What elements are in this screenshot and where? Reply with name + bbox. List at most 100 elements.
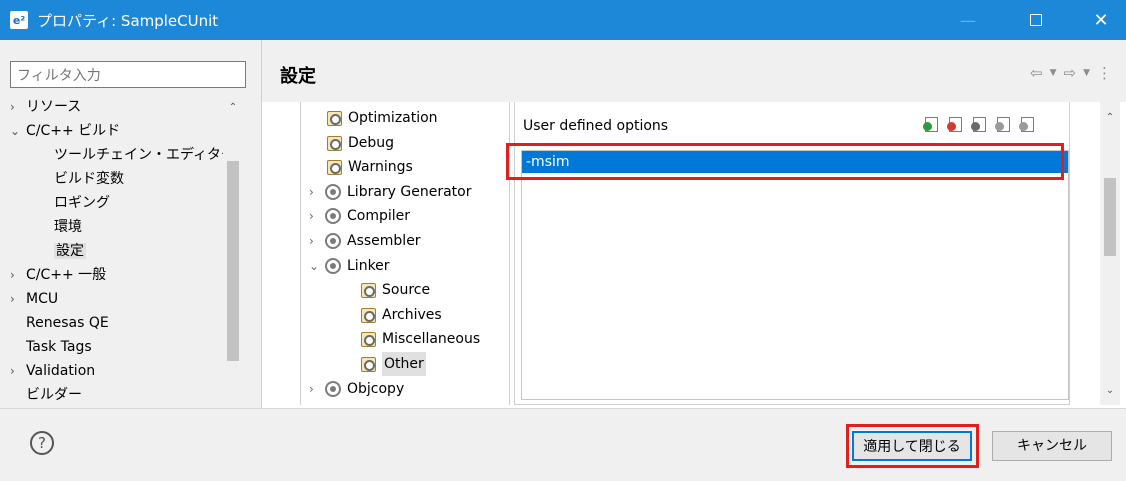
chevron-icon[interactable]: ›: [10, 359, 26, 383]
settings-page-icon: [325, 159, 343, 176]
button-bar: ? 適用して閉じる キャンセル: [0, 408, 1126, 481]
tool-settings-tree: Optimization Debug Warnings › Library Genera…: [300, 102, 510, 405]
chevron-icon[interactable]: ⌄: [10, 119, 26, 143]
cancel-button[interactable]: キャンセル: [992, 431, 1112, 461]
tree-item[interactable]: › C/C++ 一般: [10, 263, 106, 287]
tool-gear-icon: [325, 380, 341, 397]
tree-item[interactable]: › MCU: [10, 287, 58, 311]
tool-gear-icon: [325, 183, 341, 200]
tree-item-label: ビルダー: [26, 387, 82, 403]
chevron-icon[interactable]: ›: [10, 287, 26, 311]
scroll-up-icon[interactable]: ⌃: [1104, 112, 1116, 123]
filter-input[interactable]: [10, 61, 246, 88]
tool-tree-item[interactable]: Warnings: [309, 155, 413, 179]
scroll-down-icon[interactable]: ⌄: [1104, 385, 1116, 396]
tool-gear-icon: [325, 257, 341, 274]
tree-item[interactable]: ⌄ C/C++ ビルド: [10, 119, 120, 143]
tool-tree-item[interactable]: Miscellaneous: [343, 327, 480, 351]
chevron-icon[interactable]: ⌄: [309, 254, 325, 278]
chevron-icon[interactable]: ›: [309, 377, 325, 401]
category-tree: › リソース ⌄ C/C++ ビルドツールチェイン・エディター ビルド変数ロギング環境設…: [10, 95, 246, 447]
chevron-icon[interactable]: ›: [10, 263, 26, 287]
settings-page-icon: [359, 307, 377, 323]
minimize-button[interactable]: —: [945, 0, 991, 40]
tree-item-label: ビルド変数: [54, 171, 124, 187]
page-header: 設定 ⇦ ▼ ⇨ ▼ ⋮: [261, 40, 1126, 102]
tool-tree-label: Other: [382, 352, 426, 376]
tool-tree-item[interactable]: › Assembler: [309, 229, 421, 253]
title-bar: e² プロパティ: SampleCUnit — ✕: [0, 0, 1126, 40]
badge-glyph: [971, 122, 980, 131]
options-scrollbar[interactable]: ⌃ ⌄: [1100, 102, 1120, 405]
tool-gear-icon: [325, 208, 341, 225]
add-icon[interactable]: [923, 116, 941, 134]
tree-item[interactable]: › Validation: [10, 359, 95, 383]
settings-content: Optimization Debug Warnings › Library Genera…: [261, 102, 1126, 408]
tool-tree-label: Warnings: [348, 159, 413, 176]
tree-item[interactable]: 環境: [54, 215, 82, 239]
tool-tree-label: Debug: [348, 134, 395, 151]
tool-tree-label: Library Generator: [347, 183, 472, 200]
maximize-icon: [1030, 14, 1042, 26]
edit-icon[interactable]: [971, 116, 989, 134]
page-title: 設定: [280, 66, 316, 87]
close-button[interactable]: ✕: [1078, 0, 1124, 40]
tool-tree-label: Miscellaneous: [382, 331, 481, 348]
scroll-up-icon[interactable]: ⌃: [227, 102, 239, 114]
badge-glyph: [923, 122, 932, 131]
maximize-button[interactable]: [1013, 0, 1059, 40]
tree-item-label: Validation: [26, 363, 96, 379]
tree-item-label: Renesas QE: [26, 315, 109, 331]
tree-item-label: 環境: [54, 219, 82, 235]
forward-dropdown-icon[interactable]: ▼: [1083, 68, 1090, 78]
tree-item[interactable]: ビルド変数: [54, 167, 124, 191]
tool-tree-item[interactable]: Debug: [309, 131, 394, 155]
back-icon[interactable]: ⇦: [1030, 64, 1043, 82]
tool-tree-label: Optimization: [348, 110, 438, 126]
tool-tree-label: Archives: [382, 306, 442, 323]
option-highlight-box: [506, 143, 1064, 180]
chevron-icon[interactable]: ›: [309, 229, 325, 253]
tool-tree-item[interactable]: › Library Generator: [309, 180, 472, 204]
tool-tree-label: Objcopy: [347, 380, 405, 397]
scroll-thumb[interactable]: [1104, 178, 1116, 256]
move-up-icon[interactable]: [995, 116, 1013, 134]
tool-tree-item[interactable]: › Objcopy: [309, 377, 404, 401]
badge-glyph: [1019, 122, 1028, 131]
chevron-icon[interactable]: ›: [309, 180, 325, 204]
delete-icon[interactable]: [947, 116, 965, 134]
chevron-icon[interactable]: ›: [10, 95, 26, 119]
tree-item[interactable]: Renesas QE: [10, 311, 109, 335]
help-icon[interactable]: ?: [30, 431, 54, 455]
tool-tree-item[interactable]: Source: [343, 278, 430, 302]
settings-page-icon: [325, 110, 343, 126]
tree-item[interactable]: ロギング: [54, 191, 110, 215]
scroll-thumb[interactable]: [227, 161, 239, 361]
tree-item[interactable]: › リソース: [10, 95, 81, 119]
back-dropdown-icon[interactable]: ▼: [1050, 68, 1057, 78]
tool-tree-label: Compiler: [347, 208, 411, 225]
chevron-icon[interactable]: ›: [309, 204, 325, 228]
tool-tree-item[interactable]: Optimization: [309, 106, 438, 130]
tool-tree-item[interactable]: Archives: [343, 303, 442, 327]
tree-item-label: C/C++ 一般: [26, 267, 107, 283]
tree-item[interactable]: ビルダー: [10, 383, 82, 407]
view-menu-icon[interactable]: ⋮: [1097, 64, 1112, 82]
forward-icon[interactable]: ⇨: [1064, 64, 1077, 82]
tool-tree-item[interactable]: ⌄ Linker: [309, 254, 390, 278]
tree-item-label: Task Tags: [26, 339, 92, 355]
tree-item-label: ツールチェイン・エディター: [54, 147, 236, 163]
tree-item[interactable]: 設定: [54, 239, 86, 263]
tool-tree-item[interactable]: Other: [343, 352, 426, 376]
left-scrollbar[interactable]: ⌃ ⌄: [223, 98, 243, 443]
tool-tree-label: Linker: [347, 257, 390, 274]
nav-toolbar: ⇦ ▼ ⇨ ▼ ⋮: [1030, 64, 1112, 82]
settings-page-icon: [359, 356, 377, 372]
move-down-icon[interactable]: [1019, 116, 1037, 134]
tool-tree-item[interactable]: › Compiler: [309, 204, 410, 228]
left-panel: ›リソース⌄C/C++ ビルドツールチェイン・エディタービルド変数ロギング環境設…: [0, 40, 261, 443]
settings-page-icon: [325, 135, 343, 151]
tree-item[interactable]: Task Tags: [10, 335, 92, 359]
options-list[interactable]: -msim: [521, 150, 1069, 400]
tree-item[interactable]: ツールチェイン・エディター: [54, 143, 235, 167]
